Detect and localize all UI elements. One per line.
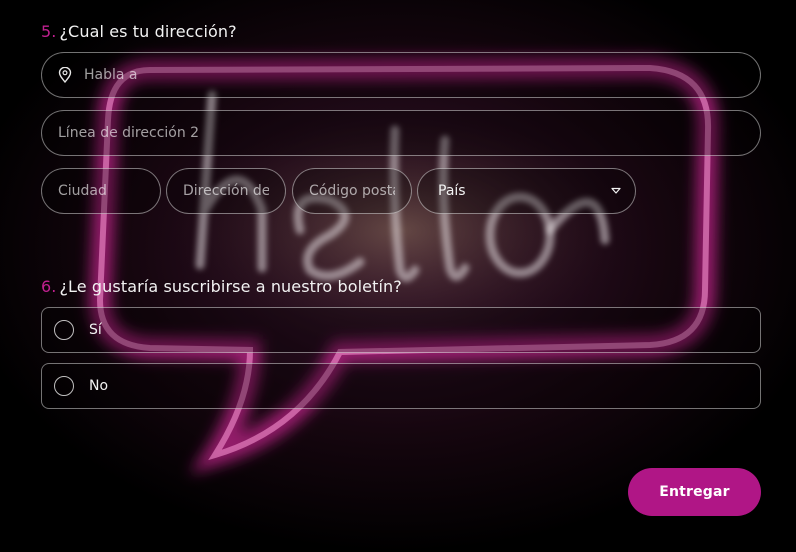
region-placeholder: Dirección del bbox=[183, 183, 269, 199]
zip-placeholder: Código posta bbox=[309, 183, 395, 199]
city-placeholder: Ciudad bbox=[58, 183, 107, 199]
region-input[interactable]: Dirección del bbox=[166, 168, 286, 214]
newsletter-option-no[interactable]: No bbox=[41, 363, 761, 409]
option-label: Sí bbox=[89, 322, 102, 338]
radio-circle-icon[interactable] bbox=[54, 376, 74, 396]
form-content: 5. ¿Cual es tu dirección? Habla a Línea d… bbox=[0, 0, 796, 552]
question-newsletter-title: 6. ¿Le gustaría suscribirse a nuestro bol… bbox=[41, 277, 402, 296]
chevron-down-icon bbox=[611, 187, 621, 194]
map-pin-icon bbox=[58, 67, 72, 83]
address-line-2-input[interactable]: Línea de dirección 2 bbox=[41, 110, 761, 156]
question-number: 6. bbox=[41, 277, 57, 296]
question-address-title: 5. ¿Cual es tu dirección? bbox=[41, 22, 237, 41]
country-selected-value: País bbox=[438, 183, 466, 199]
question-text: ¿Cual es tu dirección? bbox=[59, 22, 237, 41]
submit-button[interactable]: Entregar bbox=[628, 468, 761, 516]
newsletter-option-yes[interactable]: Sí bbox=[41, 307, 761, 353]
question-text: ¿Le gustaría suscribirse a nuestro bolet… bbox=[59, 277, 402, 296]
city-input[interactable]: Ciudad bbox=[41, 168, 161, 214]
option-label: No bbox=[89, 378, 109, 394]
radio-circle-icon[interactable] bbox=[54, 320, 74, 340]
street-input[interactable]: Habla a bbox=[41, 52, 761, 98]
question-number: 5. bbox=[41, 22, 57, 41]
street-placeholder: Habla a bbox=[84, 67, 138, 83]
zip-input[interactable]: Código posta bbox=[292, 168, 412, 214]
country-select[interactable]: País bbox=[417, 168, 636, 214]
address-line-2-placeholder: Línea de dirección 2 bbox=[58, 125, 200, 141]
form-stage: 5. ¿Cual es tu dirección? Habla a Línea d… bbox=[0, 0, 796, 552]
